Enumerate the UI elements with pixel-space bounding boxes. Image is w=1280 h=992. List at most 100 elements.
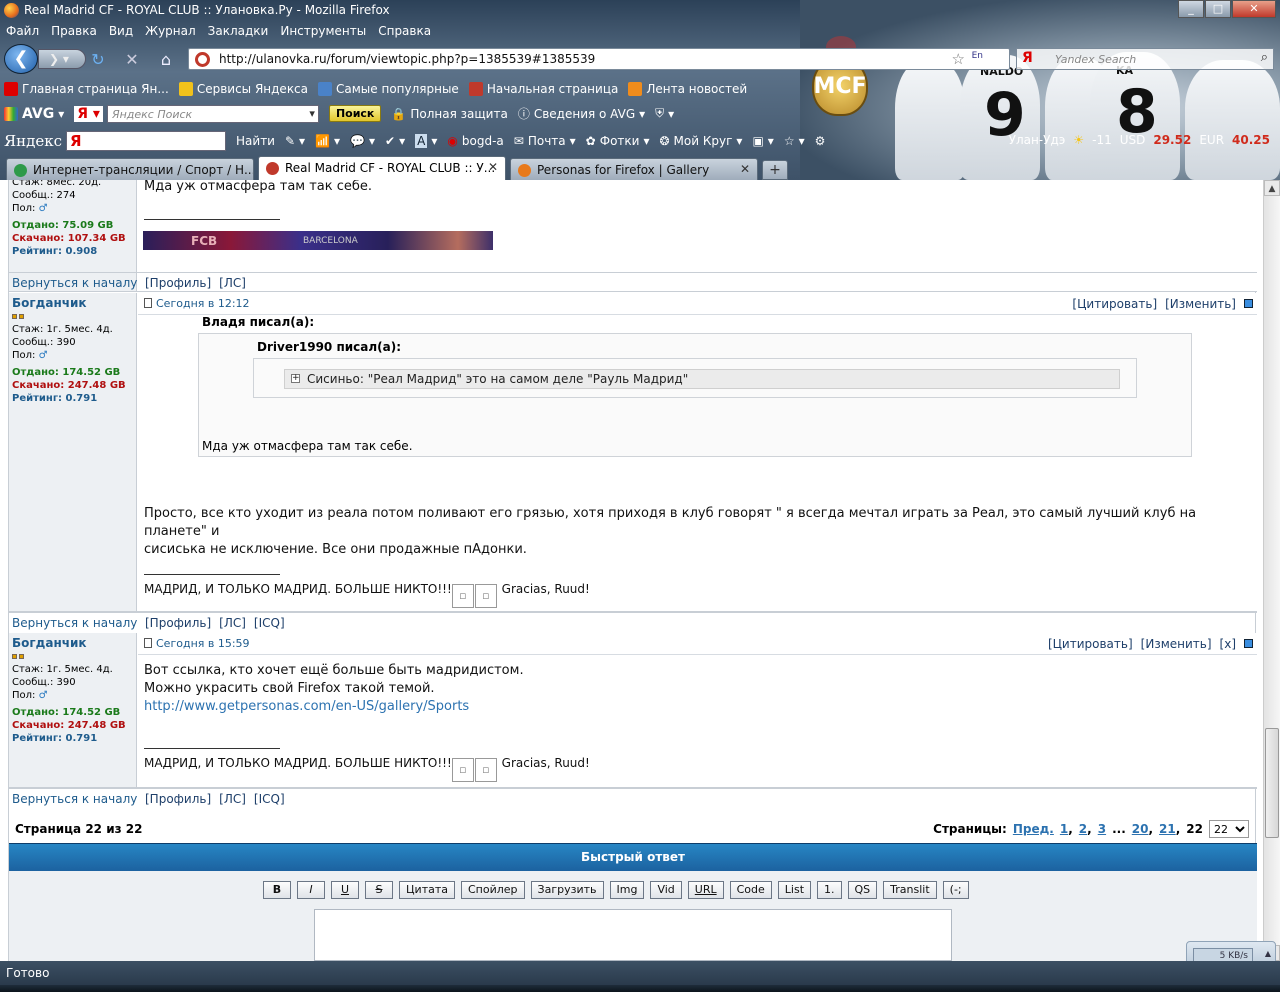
post-time[interactable]: Сегодня в 15:59 <box>156 637 250 650</box>
vid-button[interactable]: Vid <box>650 881 682 899</box>
weather-widget[interactable]: Улан-Удэ ☀ -11 USD 29.52 EUR 40.25 <box>1009 133 1270 147</box>
back-to-top-link[interactable]: Вернуться к началу <box>12 276 137 290</box>
underline-button[interactable]: U <box>331 881 359 899</box>
bookmark-item[interactable]: Начальная страница <box>465 81 625 96</box>
strike-button[interactable]: S <box>365 881 393 899</box>
reply-textarea[interactable] <box>314 909 952 961</box>
yandex-circle[interactable]: ❂ Мой Круг ▾ <box>655 134 748 148</box>
prev-page-link[interactable]: Пред. <box>1013 822 1054 836</box>
home-icon[interactable]: ⌂ <box>156 50 176 70</box>
spoiler-button[interactable]: Спойлер <box>461 881 525 899</box>
edit-button[interactable]: [Изменить] <box>1165 297 1236 311</box>
close-tab-icon[interactable]: ✕ <box>740 162 750 176</box>
tab-personas[interactable]: Personas for Firefox | Gallery ✕ <box>510 158 758 180</box>
url-button[interactable]: URL <box>687 881 724 899</box>
menu-bookmarks[interactable]: Закладки <box>202 22 275 42</box>
bookmark-item[interactable]: Самые популярные <box>314 81 465 96</box>
pm-link[interactable]: [ЛС] <box>219 616 246 630</box>
translate-tool[interactable]: A ▾ <box>411 133 443 148</box>
reload-icon[interactable]: ↻ <box>88 50 108 70</box>
bookmark-star-icon[interactable]: ☆ <box>952 50 965 68</box>
profile-link[interactable]: [Профиль] <box>145 792 211 806</box>
bookmark-item[interactable]: Главная страница Ян... <box>0 81 175 96</box>
menu-edit[interactable]: Правка <box>45 22 103 42</box>
briefcase-tool[interactable]: ▣ ▾ <box>748 134 779 148</box>
yandex-search-input[interactable]: Я <box>66 130 227 151</box>
page-link[interactable]: 21 <box>1159 822 1176 836</box>
tab-broadcasts[interactable]: Интернет-трансляции / Спорт / Н... <box>6 158 254 180</box>
avg-logo[interactable]: AVG ▾ <box>0 106 70 122</box>
quote-tag-button[interactable]: Цитата <box>399 881 455 899</box>
yandex-user[interactable]: ◉ bogd-a <box>443 134 509 148</box>
favorites-tool[interactable]: ☆ ▾ <box>780 134 811 148</box>
edit-button[interactable]: [Изменить] <box>1141 637 1212 651</box>
bookmark-item[interactable]: Сервисы Яндекса <box>175 81 314 96</box>
stop-icon[interactable]: ✕ <box>122 50 142 70</box>
signal-tool[interactable]: 📶 ▾ <box>311 134 346 148</box>
page-select[interactable]: 22 <box>1209 820 1249 838</box>
delete-button[interactable]: [x] <box>1220 637 1236 651</box>
spellcheck-tool[interactable]: ✔ ▾ <box>381 134 411 148</box>
settings-tool[interactable]: ⚙ <box>811 134 832 148</box>
personas-link[interactable]: http://www.getpersonas.com/en-US/gallery… <box>144 698 524 716</box>
scroll-up-icon[interactable]: ▲ <box>1264 180 1280 196</box>
tab-real-madrid[interactable]: Real Madrid CF - ROYAL CLUB :: У... ✕ <box>258 156 506 180</box>
upload-button[interactable]: Загрузить <box>530 881 604 899</box>
new-tab-button[interactable]: + <box>762 160 788 180</box>
author-name[interactable]: Богданчик <box>12 297 133 310</box>
qs-button[interactable]: QS <box>847 881 878 899</box>
close-button[interactable]: ✕ <box>1232 0 1276 18</box>
smilies-button[interactable]: (-; <box>942 881 969 899</box>
language-indicator[interactable]: En <box>972 51 983 61</box>
chat-tool[interactable]: 💬 ▾ <box>346 134 381 148</box>
search-bar[interactable]: Я Yandex Search ⌕ <box>1016 48 1274 70</box>
select-post-icon[interactable] <box>1244 639 1253 648</box>
avg-info[interactable]: ⓘ Сведения о AVG ▾ <box>514 105 651 122</box>
menu-tools[interactable]: Инструменты <box>274 22 372 42</box>
pm-link[interactable]: [ЛС] <box>219 792 246 806</box>
post-time[interactable]: Сегодня в 12:12 <box>156 297 250 310</box>
profile-link[interactable]: [Профиль] <box>145 616 211 630</box>
vertical-scrollbar[interactable]: ▲ ▼ <box>1263 180 1280 961</box>
back-to-top-link[interactable]: Вернуться к началу <box>12 616 137 630</box>
page-link[interactable]: 20 <box>1132 822 1149 836</box>
quote-button[interactable]: [Цитировать] <box>1048 637 1133 651</box>
bold-button[interactable]: B <box>263 881 291 899</box>
yandex-logo[interactable]: Яндекс <box>0 132 62 150</box>
italic-button[interactable]: I <box>297 881 325 899</box>
menu-help[interactable]: Справка <box>372 22 437 42</box>
back-to-top-link[interactable]: Вернуться к началу <box>12 792 137 806</box>
yandex-find-button[interactable]: Найти <box>232 134 281 148</box>
avg-protection[interactable]: 🔒 Полная защита <box>387 107 513 121</box>
avg-search-input[interactable]: Яндекс Поиск <box>106 104 319 123</box>
pm-link[interactable]: [ЛС] <box>219 276 246 290</box>
close-tab-icon[interactable]: ✕ <box>488 160 498 174</box>
avg-extra[interactable]: ⛨ ▾ <box>651 106 680 121</box>
page-link[interactable]: 2 <box>1079 822 1087 836</box>
menu-history[interactable]: Журнал <box>139 22 202 42</box>
yandex-mail[interactable]: ✉ Почта ▾ <box>510 134 582 148</box>
quote-button[interactable]: [Цитировать] <box>1072 297 1157 311</box>
menu-file[interactable]: Файл <box>0 22 45 42</box>
page-link[interactable]: 3 <box>1098 822 1106 836</box>
select-post-icon[interactable] <box>1244 299 1253 308</box>
icq-link[interactable]: [ICQ] <box>254 616 285 630</box>
profile-link[interactable]: [Профиль] <box>145 276 211 290</box>
avg-search-button[interactable]: Поиск <box>328 105 382 122</box>
menu-view[interactable]: Вид <box>103 22 139 42</box>
scroll-thumb[interactable] <box>1265 728 1279 838</box>
translit-button[interactable]: Translit <box>883 881 937 899</box>
minimize-button[interactable]: _ <box>1178 0 1204 18</box>
forward-button[interactable]: ❯ ▾ <box>38 49 86 69</box>
code-button[interactable]: Code <box>729 881 772 899</box>
list-button[interactable]: List <box>777 881 812 899</box>
img-button[interactable]: Img <box>609 881 645 899</box>
icq-link[interactable]: [ICQ] <box>254 792 285 806</box>
back-button[interactable]: ❮ <box>4 44 38 74</box>
maximize-button[interactable]: □ <box>1205 0 1231 18</box>
pencil-tool[interactable]: ✎ ▾ <box>281 134 311 148</box>
bookmark-item[interactable]: Лента новостей <box>624 81 753 96</box>
spoiler-toggle[interactable]: + Сисиньо: "Реал Мадрид" это на самом де… <box>284 369 1120 389</box>
search-icon[interactable]: ⌕ <box>1261 50 1268 65</box>
yandex-photos[interactable]: ✿ Фотки ▾ <box>582 134 656 148</box>
